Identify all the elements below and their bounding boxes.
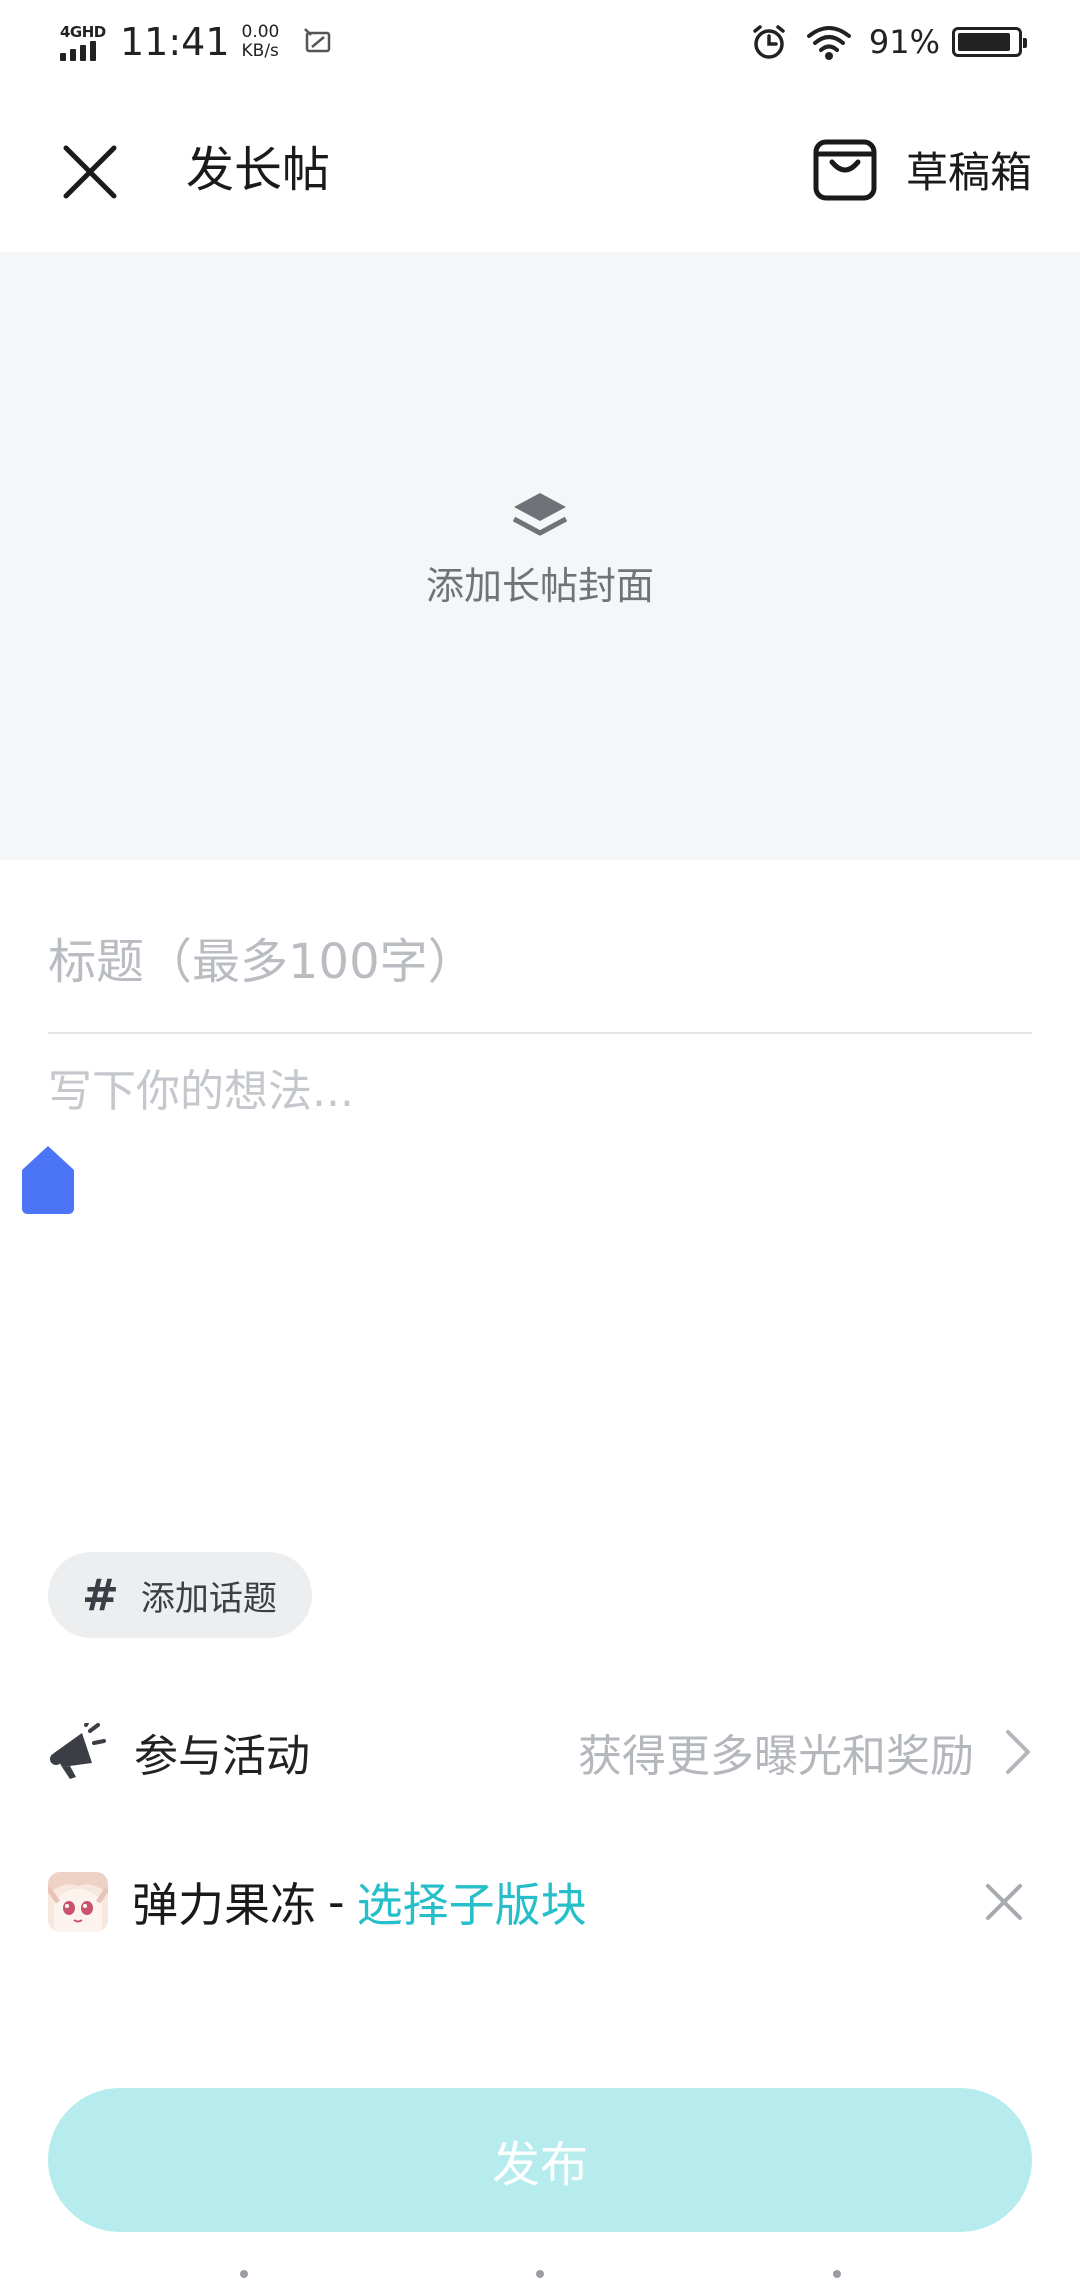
add-cover-label: 添加长帖封面 bbox=[425, 563, 654, 608]
status-right: 91% bbox=[749, 14, 1027, 70]
publish-button[interactable]: 发布 bbox=[48, 2088, 1032, 2232]
net-speed-unit: KB/s bbox=[241, 41, 279, 61]
layers-icon bbox=[512, 492, 568, 535]
add-topic-button[interactable]: # 添加话题 bbox=[48, 1552, 312, 1638]
status-left: 4GHD 11:41 0.00 KB/s bbox=[58, 14, 333, 70]
add-topic-label: 添加话题 bbox=[140, 1578, 277, 1619]
join-activity-label: 参与活动 bbox=[134, 1731, 310, 1782]
title-field bbox=[48, 900, 1032, 1034]
alarm-icon bbox=[753, 25, 785, 59]
hashtag-icon: # bbox=[82, 1569, 119, 1621]
status-bar: 4GHD 11:41 0.00 KB/s 91% bbox=[0, 0, 1080, 84]
battery-icon bbox=[952, 27, 1027, 57]
cover-content: 添加长帖封面 bbox=[426, 491, 654, 610]
text-cursor-handle[interactable] bbox=[20, 1144, 76, 1216]
add-cover-area[interactable]: 添加长帖封面 bbox=[0, 252, 1080, 860]
wifi-icon bbox=[806, 26, 851, 60]
network-type: 4GHD bbox=[60, 23, 106, 41]
board-name: 弹力果冻 bbox=[132, 1878, 316, 1932]
board-separator: - bbox=[328, 1875, 345, 1929]
join-activity-hint: 获得更多曝光和奖励 bbox=[578, 1731, 974, 1782]
net-speed-value: 0.00 bbox=[241, 22, 280, 42]
net-speed: 0.00 KB/s bbox=[242, 23, 280, 61]
battery-level bbox=[958, 33, 1011, 51]
title-input[interactable] bbox=[48, 900, 1032, 1024]
board-row: 弹力果冻 - 选择子版块 bbox=[48, 1860, 1032, 1944]
remove-board-button[interactable] bbox=[978, 1876, 1030, 1928]
drafts-label: 草稿箱 bbox=[905, 147, 1032, 197]
page-title: 发长帖 bbox=[186, 142, 331, 198]
battery-percent: 91% bbox=[868, 23, 940, 61]
clock: 11:41 bbox=[120, 20, 230, 64]
close-icon bbox=[63, 145, 117, 199]
close-icon bbox=[986, 1884, 1022, 1920]
megaphone-icon bbox=[50, 1723, 106, 1779]
close-button[interactable] bbox=[54, 136, 126, 208]
signal-icon: 4GHD bbox=[58, 19, 106, 65]
body-input[interactable] bbox=[48, 1044, 1032, 1484]
body-field bbox=[48, 1044, 1032, 1500]
drafts-button[interactable]: 草稿箱 bbox=[812, 134, 1032, 204]
screenshot-icon bbox=[304, 28, 331, 53]
select-sub-board-link[interactable]: 选择子版块 bbox=[357, 1869, 587, 1935]
drafts-box-icon bbox=[813, 139, 877, 201]
join-activity-row[interactable]: 参与活动 获得更多曝光和奖励 bbox=[48, 1710, 1032, 1794]
board-avatar bbox=[48, 1872, 108, 1932]
nav-gesture-indicator bbox=[0, 2266, 1080, 2280]
publish-label: 发布 bbox=[491, 2137, 588, 2193]
header: 发长帖 草稿箱 bbox=[0, 84, 1080, 252]
chevron-right-icon bbox=[1006, 1730, 1030, 1774]
